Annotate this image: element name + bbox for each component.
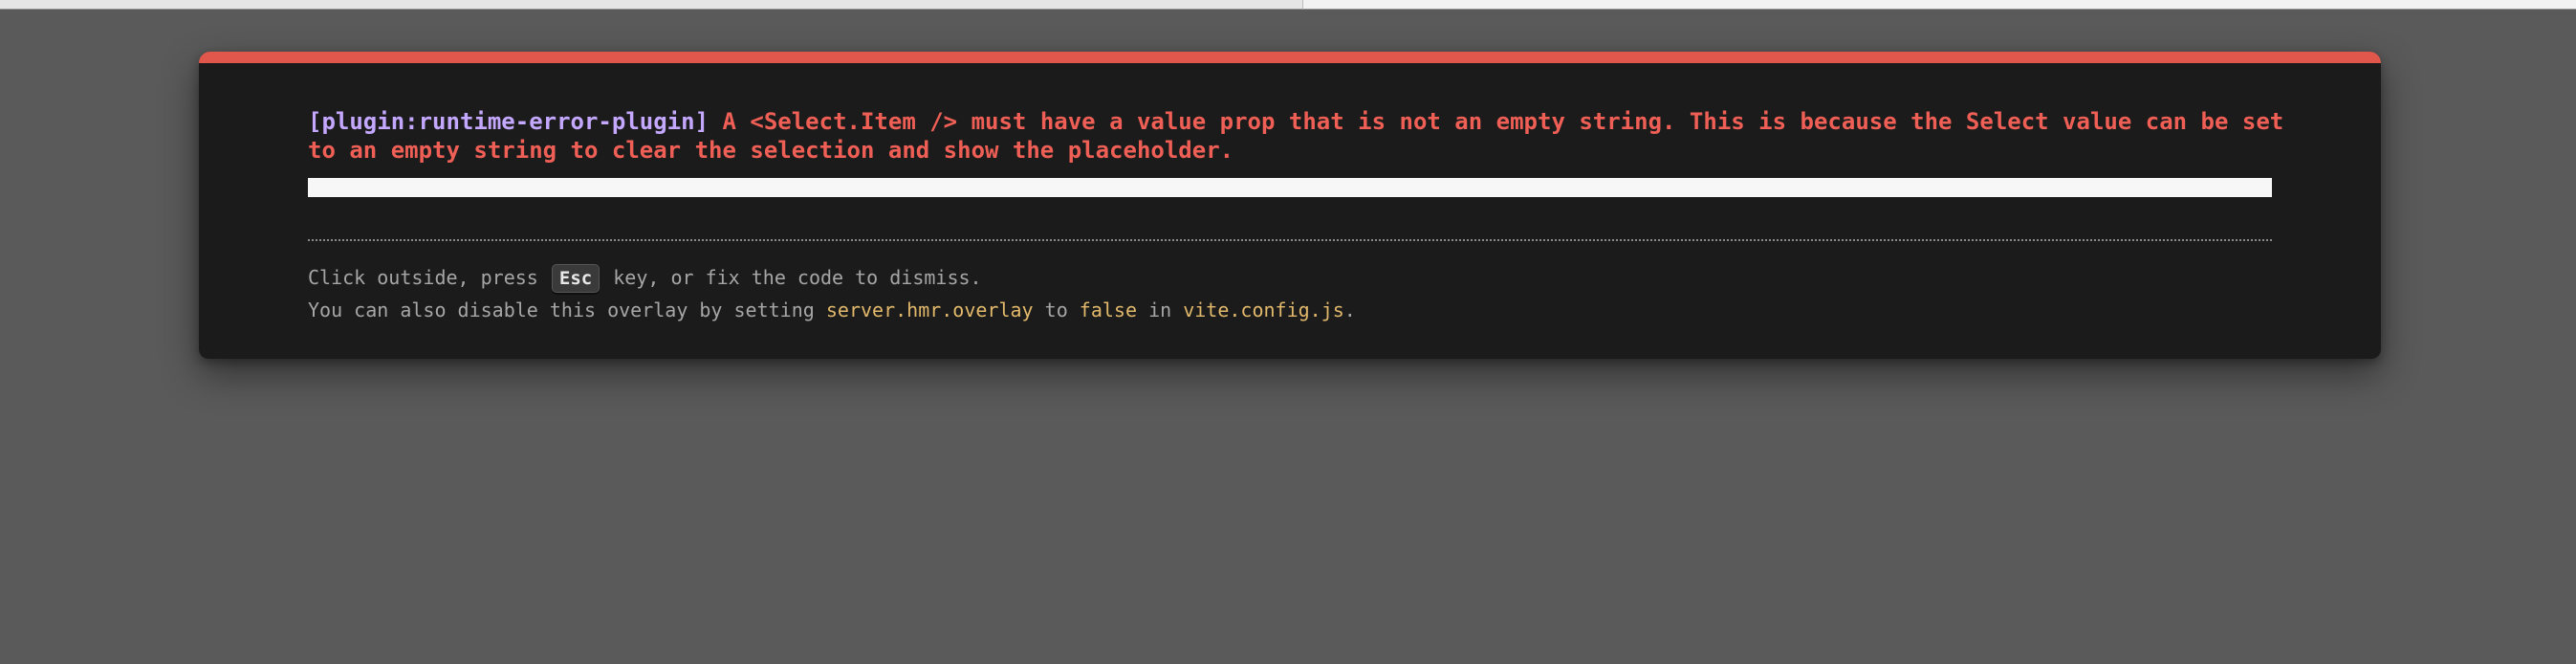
- config-file-name: vite.config.js: [1183, 299, 1344, 321]
- disable-tip-end: .: [1343, 299, 1356, 321]
- disable-tip-in: in: [1148, 299, 1172, 321]
- esc-key: Esc: [551, 264, 600, 293]
- dismiss-tip-after: key, or fix the code to dismiss.: [613, 266, 982, 289]
- setting-value: false: [1079, 299, 1138, 321]
- setting-name: server.hmr.overlay: [825, 299, 1034, 321]
- disable-overlay-tip: You can also disable this overlay by set…: [308, 297, 2306, 323]
- underlying-page: [0, 0, 2576, 10]
- divider: [308, 239, 2272, 241]
- underlying-page-right: [1302, 0, 2576, 10]
- plugin-name: [plugin:runtime-error-plugin]: [308, 108, 709, 135]
- underlying-page-left: [0, 0, 1302, 10]
- error-message: [plugin:runtime-error-plugin] A <Select.…: [308, 107, 2306, 165]
- disable-tip-to: to: [1044, 299, 1068, 321]
- dismiss-tip: Click outside, press Esc key, or fix the…: [308, 264, 2306, 293]
- error-overlay-window: [plugin:runtime-error-plugin] A <Select.…: [199, 52, 2381, 359]
- dismiss-tip-before: Click outside, press: [308, 266, 538, 289]
- error-file-bar: [308, 178, 2272, 197]
- disable-tip-before: You can also disable this overlay by set…: [308, 299, 815, 321]
